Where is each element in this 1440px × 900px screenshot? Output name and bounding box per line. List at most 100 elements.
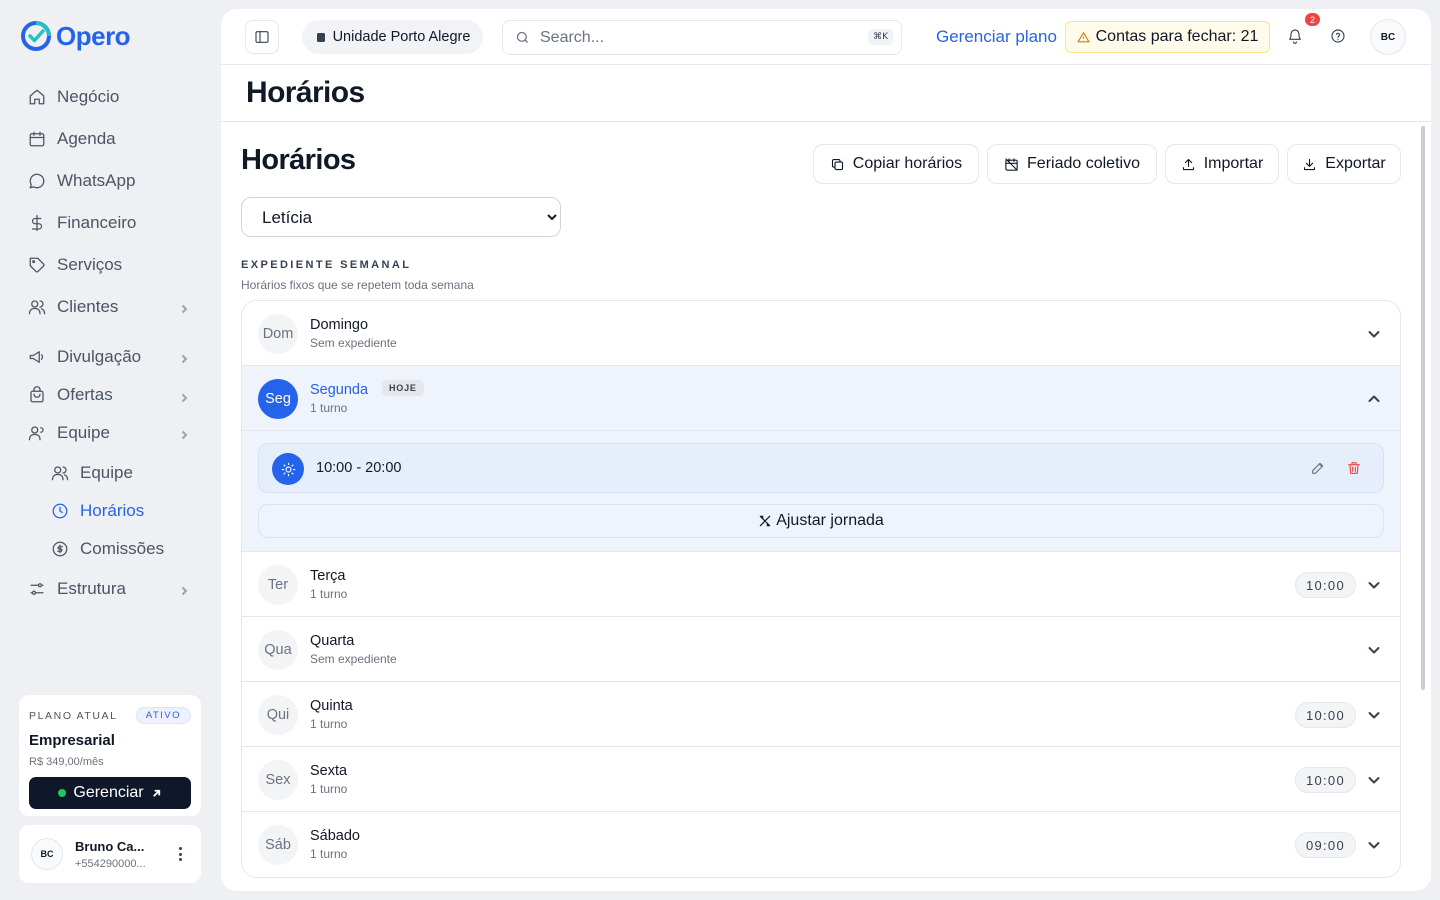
day-row-sexta[interactable]: Sex Sexta 1 turno 10:00: [242, 747, 1400, 812]
sidebar: Opero Negócio Agenda WhatsApp Financeiro…: [0, 0, 220, 900]
chevron-right-icon: [178, 426, 190, 440]
day-row-quinta[interactable]: Qui Quinta 1 turno 10:00: [242, 682, 1400, 747]
copy-schedule-button[interactable]: Copiar horários: [813, 144, 979, 184]
chevron-right-icon: [178, 350, 190, 364]
sidebar-item-servicos[interactable]: Serviços: [18, 244, 202, 286]
sidebar-item-financeiro[interactable]: Financeiro: [18, 202, 202, 244]
sliders-icon: [28, 580, 46, 598]
chevron-up-icon[interactable]: [1367, 392, 1381, 406]
page-header-title: Horários: [246, 76, 365, 109]
weekly-schedule-list: Dom Domingo Sem expediente Seg Segunda H…: [241, 300, 1401, 878]
panel-left-icon: [255, 31, 269, 43]
sidebar-subitem-equipe[interactable]: Equipe: [18, 454, 202, 492]
sidebar-subitem-horarios[interactable]: Horários: [18, 492, 202, 530]
avatar[interactable]: BC: [1370, 19, 1406, 55]
unit-selector[interactable]: Unidade Porto Alegre: [302, 20, 483, 54]
adjust-workday-button[interactable]: Ajustar jornada: [258, 504, 1384, 538]
main-panel: Unidade Porto Alegre ⌘K Gerenciar plano …: [221, 9, 1431, 891]
dollar-icon: [28, 214, 46, 232]
search-box[interactable]: ⌘K: [502, 20, 902, 55]
start-time-pill: 10:00: [1294, 767, 1356, 793]
sidebar-item-label: Financeiro: [57, 213, 137, 232]
sidebar-item-estrutura[interactable]: Estrutura: [18, 568, 202, 610]
collective-holiday-label: Feriado coletivo: [1027, 155, 1140, 172]
bills-label: Contas para fechar: 21: [1095, 28, 1259, 45]
day-info: 1 turno: [310, 587, 348, 601]
manage-plan-label: Gerenciar: [73, 784, 144, 801]
chevron-down-icon[interactable]: [1367, 838, 1381, 852]
plan-caption: PLANO ATUAL: [29, 709, 118, 722]
day-name: Sexta: [310, 763, 348, 779]
chevron-down-icon[interactable]: [1367, 773, 1381, 787]
day-short-label: Sex: [258, 760, 298, 800]
export-button[interactable]: Exportar: [1287, 144, 1401, 184]
plan-price: R$ 349,00/mês: [29, 756, 104, 768]
team-icon: [28, 424, 46, 442]
user-card[interactable]: BC Bruno Ca... +554290000...: [19, 825, 201, 883]
chevron-down-icon[interactable]: [1367, 578, 1381, 592]
sidebar-item-equipe[interactable]: Equipe: [18, 412, 202, 454]
sidebar-item-divulgacao[interactable]: Divulgação: [18, 336, 202, 378]
start-time-pill: 10:00: [1294, 572, 1356, 598]
today-badge: HOJE: [382, 380, 424, 396]
export-label: Exportar: [1325, 155, 1386, 172]
day-info: 1 turno: [310, 401, 348, 415]
team-icon: [51, 464, 69, 482]
sidebar-item-negocio[interactable]: Negócio: [18, 76, 202, 118]
help-icon[interactable]: [1330, 28, 1348, 46]
day-row-terca[interactable]: Ter Terça 1 turno 10:00: [242, 552, 1400, 617]
edit-icon[interactable]: [1310, 460, 1326, 476]
day-row-domingo[interactable]: Dom Domingo Sem expediente: [242, 301, 1400, 366]
search-input[interactable]: [540, 28, 850, 47]
home-icon: [28, 88, 46, 106]
brand-name: Opero: [56, 20, 131, 51]
day-details-segunda: 10:00 - 20:00 Ajustar jornada: [242, 431, 1400, 552]
sidebar-item-label: Ofertas: [57, 385, 113, 404]
sidebar-item-ofertas[interactable]: Ofertas: [18, 378, 202, 412]
clock-icon: [51, 502, 69, 520]
sidebar-item-label: Equipe: [80, 463, 133, 482]
sidebar-item-whatsapp[interactable]: WhatsApp: [18, 160, 202, 202]
chevron-right-icon: [178, 300, 190, 314]
sidebar-item-clientes[interactable]: Clientes: [18, 286, 202, 328]
user-phone: +554290000...: [75, 857, 146, 870]
day-name: Domingo: [310, 317, 369, 333]
brand-logo[interactable]: Opero: [20, 20, 131, 52]
plan-status-badge: ATIVO: [135, 707, 191, 724]
more-options-icon[interactable]: [179, 847, 183, 861]
day-info: 1 turno: [310, 847, 348, 861]
copy-schedule-label: Copiar horários: [852, 155, 963, 172]
chevron-down-icon[interactable]: [1367, 327, 1381, 341]
collective-holiday-button[interactable]: Feriado coletivo: [987, 144, 1157, 184]
sidebar-item-label: Equipe: [57, 423, 110, 442]
manage-plan-button[interactable]: Gerenciar: [29, 777, 191, 809]
sidebar-item-label: Agenda: [57, 129, 116, 148]
sidebar-subitem-comissoes[interactable]: Comissões: [18, 530, 202, 568]
topbar: Unidade Porto Alegre ⌘K Gerenciar plano …: [221, 9, 1431, 65]
scrollbar[interactable]: [1421, 126, 1425, 690]
day-name: Quinta: [310, 698, 353, 714]
chevron-down-icon[interactable]: [1367, 643, 1381, 657]
trash-icon[interactable]: [1346, 460, 1362, 476]
bills-alert-button[interactable]: Contas para fechar: 21: [1065, 21, 1270, 53]
employee-select[interactable]: Letícia: [241, 197, 561, 237]
day-info: 1 turno: [310, 782, 348, 796]
avatar: BC: [31, 838, 63, 870]
day-info: 1 turno: [310, 717, 348, 731]
calendar-off-icon: [1005, 157, 1018, 171]
chevron-down-icon[interactable]: [1367, 708, 1381, 722]
tools-icon: [759, 515, 771, 527]
bell-icon[interactable]: [1287, 28, 1305, 46]
day-short-label: Qui: [258, 695, 298, 735]
tag-icon: [28, 256, 46, 274]
day-row-quarta[interactable]: Qua Quarta Sem expediente: [242, 617, 1400, 682]
arrow-up-right-icon: [152, 789, 160, 797]
day-row-sabado[interactable]: Sáb Sábado 1 turno 09:00: [242, 812, 1400, 877]
day-name: Segunda: [310, 382, 369, 398]
sidebar-item-agenda[interactable]: Agenda: [18, 118, 202, 160]
day-row-segunda[interactable]: Seg Segunda HOJE 1 turno: [242, 366, 1400, 431]
manage-plan-link[interactable]: Gerenciar plano: [936, 27, 1057, 47]
import-button[interactable]: Importar: [1165, 144, 1279, 184]
bag-icon: [28, 386, 46, 404]
sidebar-toggle-button[interactable]: [245, 20, 279, 54]
